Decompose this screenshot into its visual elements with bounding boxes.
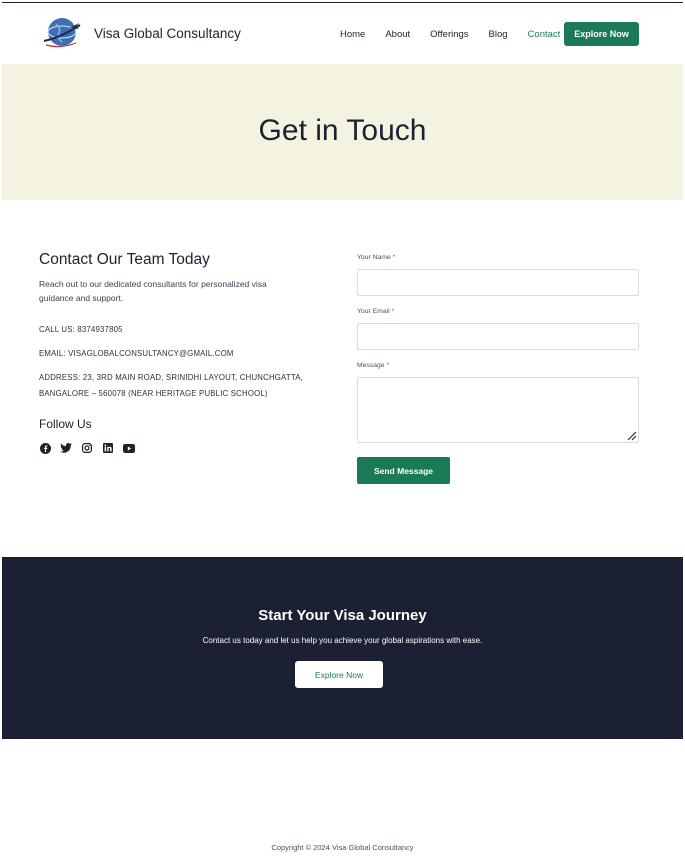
main-nav: Home About Offerings Blog Contact xyxy=(340,29,580,40)
page-title: Get in Touch xyxy=(258,114,427,147)
nav-about[interactable]: About xyxy=(385,29,410,40)
email-label: Your Email * xyxy=(357,308,394,315)
required-mark: * xyxy=(386,362,390,369)
name-field[interactable] xyxy=(357,269,639,296)
contact-heading: Contact Our Team Today xyxy=(39,251,210,268)
page: Visa Global Consultancy Home About Offer… xyxy=(2,2,683,865)
social-links xyxy=(39,442,135,454)
linkedin-icon[interactable] xyxy=(102,442,114,454)
twitter-icon[interactable] xyxy=(60,442,72,454)
globe-logo-icon[interactable] xyxy=(40,15,82,51)
message-label-text: Message xyxy=(357,362,385,369)
required-mark: * xyxy=(392,254,396,261)
hero-banner: Get in Touch xyxy=(2,64,683,200)
cta-text: Contact us today and let us help you ach… xyxy=(202,636,483,645)
send-message-button[interactable]: Send Message xyxy=(357,457,450,484)
brand-name[interactable]: Visa Global Consultancy xyxy=(94,26,241,41)
instagram-icon[interactable] xyxy=(81,442,93,454)
youtube-icon[interactable] xyxy=(123,442,135,454)
site-header: Visa Global Consultancy Home About Offer… xyxy=(2,3,683,64)
cta-heading: Start Your Visa Journey xyxy=(258,607,427,624)
required-mark: * xyxy=(391,308,395,315)
phone-info: CALL US: 8374937805 xyxy=(39,325,123,334)
copyright-text: Copyright © 2024 Visa Global Consultancy xyxy=(271,843,414,852)
resize-handle-icon[interactable] xyxy=(625,429,637,441)
contact-description: Reach out to our dedicated consultants f… xyxy=(39,279,267,303)
cta-section: Start Your Visa Journey Contact us today… xyxy=(2,557,683,739)
message-textarea[interactable] xyxy=(357,377,639,443)
cta-explore-now-button[interactable]: Explore Now xyxy=(295,661,383,688)
message-label: Message * xyxy=(357,362,389,369)
name-label: Your Name * xyxy=(357,254,395,261)
address-info: ADDRESS: 23, 3RD MAIN ROAD, SRINIDHI LAY… xyxy=(39,373,303,398)
nav-home[interactable]: Home xyxy=(340,29,365,40)
nav-offerings[interactable]: Offerings xyxy=(430,29,468,40)
email-info: EMAIL: VISAGLOBALCONSULTANCY@GMAIL.COM xyxy=(39,349,234,358)
email-field[interactable] xyxy=(357,323,639,350)
email-label-text: Your Email xyxy=(357,308,390,315)
facebook-icon[interactable] xyxy=(39,442,51,454)
nav-contact[interactable]: Contact xyxy=(528,29,561,40)
name-label-text: Your Name xyxy=(357,254,391,261)
nav-blog[interactable]: Blog xyxy=(489,29,508,40)
explore-now-button[interactable]: Explore Now xyxy=(564,22,639,46)
follow-heading: Follow Us xyxy=(39,417,92,431)
